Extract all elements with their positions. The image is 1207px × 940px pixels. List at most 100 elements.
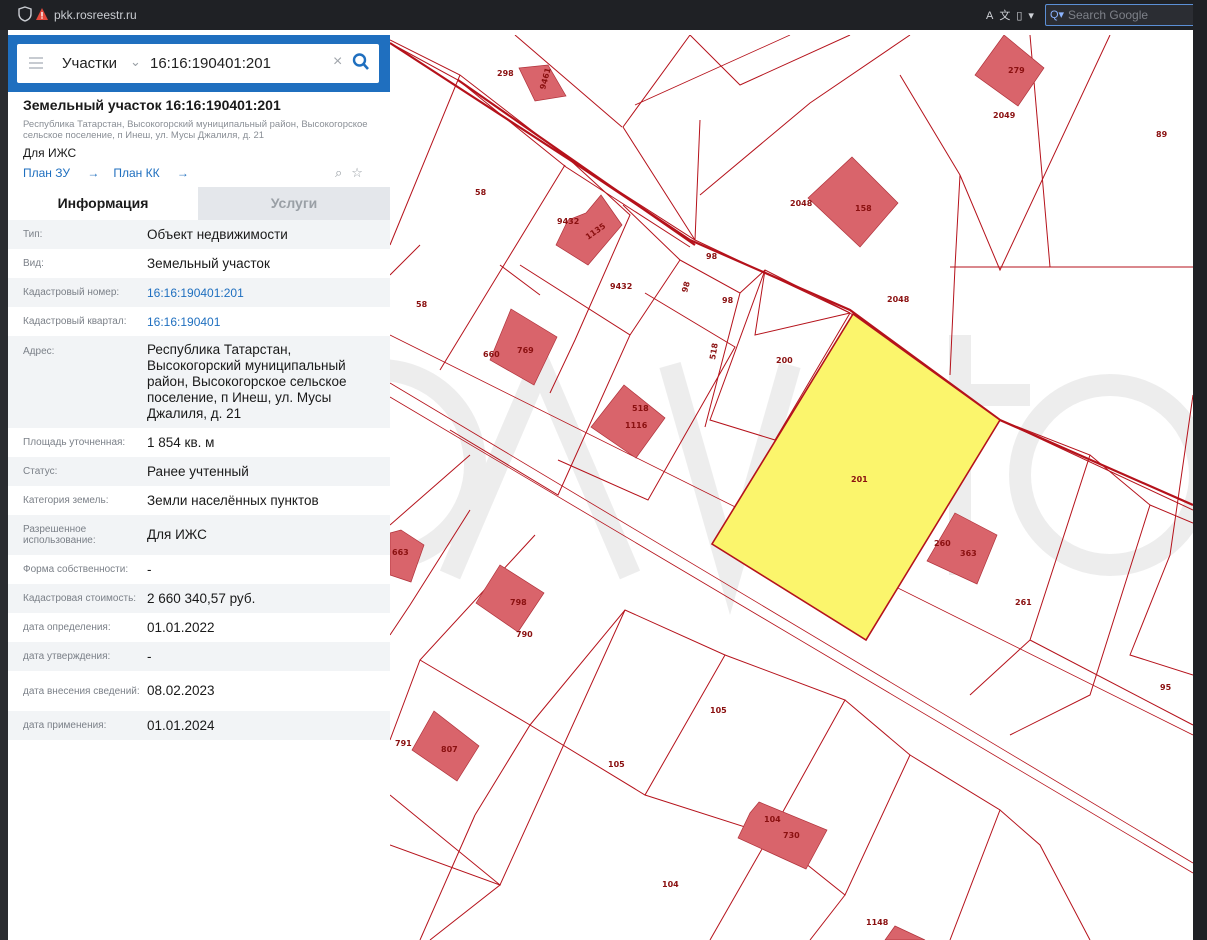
map-label: 790 bbox=[516, 630, 533, 639]
info-key: Тип: bbox=[23, 229, 43, 240]
info-value: Республика Татарстан, Высокогорский муни… bbox=[147, 342, 347, 421]
info-row: дата определения: 01.01.2022 bbox=[8, 613, 390, 642]
info-row: Кадастровый квартал: 16:16:190401 bbox=[8, 307, 390, 336]
info-value: 08.02.2023 bbox=[147, 683, 215, 698]
map-label: 58 bbox=[416, 300, 428, 309]
browser-toolbar: pkk.rosreestr.ru A文▯▾ Q▾ Search Google bbox=[0, 0, 1207, 30]
info-table: Тип: Объект недвижимости Вид: Земельный … bbox=[8, 220, 390, 740]
map-canvas[interactable]: 298 9461 279 2049 89 58 9432 1135 2048 1… bbox=[390, 35, 1193, 940]
map-label: 807 bbox=[441, 745, 458, 754]
info-row: дата утверждения: - bbox=[8, 642, 390, 671]
info-row: Кадастровый номер: 16:16:190401:201 bbox=[8, 278, 390, 307]
search-icon[interactable] bbox=[352, 52, 370, 72]
info-key: Кадастровый квартал: bbox=[23, 316, 127, 327]
map-label: 201 bbox=[851, 475, 868, 484]
map-label: 89 bbox=[1156, 130, 1168, 139]
info-value: 1 854 кв. м bbox=[147, 434, 215, 450]
map-label: 798 bbox=[510, 598, 527, 607]
info-value: Объект недвижимости bbox=[147, 226, 288, 242]
info-key: Статус: bbox=[23, 466, 58, 477]
tab-information[interactable]: Информация bbox=[8, 187, 198, 220]
dropdown-icon[interactable]: ▾ bbox=[1028, 10, 1040, 22]
info-key: Форма собственности: bbox=[23, 564, 129, 575]
info-key: Категория земель: bbox=[23, 495, 109, 506]
plan-zu-link[interactable]: План ЗУ → bbox=[23, 166, 99, 180]
info-row: Кадастровая стоимость: 2 660 340,57 руб. bbox=[8, 584, 390, 613]
cadastral-map[interactable]: 298 9461 279 2049 89 58 9432 1135 2048 1… bbox=[390, 35, 1193, 940]
map-label: 1116 bbox=[625, 421, 648, 430]
building[interactable] bbox=[807, 156, 899, 248]
info-key: дата применения: bbox=[23, 720, 107, 731]
map-label: 104 bbox=[764, 815, 781, 824]
warning-icon[interactable] bbox=[35, 7, 49, 21]
shield-icon[interactable] bbox=[18, 6, 32, 22]
menu-icon[interactable] bbox=[29, 57, 43, 72]
info-key: Вид: bbox=[23, 258, 44, 269]
map-label: 663 bbox=[392, 548, 409, 557]
map-label: 261 bbox=[1015, 598, 1032, 607]
map-label: 98 bbox=[706, 252, 718, 261]
window-edge-left bbox=[0, 30, 8, 940]
info-value: Земельный участок bbox=[147, 255, 270, 271]
star-icon[interactable]: ☆ bbox=[351, 165, 372, 180]
info-key: Разрешенное использование: bbox=[23, 524, 96, 546]
parcel-title: Земельный участок 16:16:190401:201 bbox=[23, 97, 281, 113]
cadastral-number-link[interactable]: 16:16:190401:201 bbox=[147, 278, 390, 307]
map-label: 769 bbox=[517, 346, 534, 355]
google-search-input[interactable]: Q▾ Search Google bbox=[1045, 4, 1195, 26]
search-type-select[interactable]: Участки bbox=[62, 55, 117, 72]
map-label: 105 bbox=[710, 706, 727, 715]
plan-links: План ЗУ → План КК → bbox=[23, 166, 203, 180]
map-label: 95 bbox=[1160, 683, 1172, 692]
search-engine-icon: Q▾ bbox=[1050, 9, 1065, 21]
clear-icon[interactable]: × bbox=[333, 53, 342, 71]
map-label: 9432 bbox=[610, 282, 632, 291]
map-label: 1148 bbox=[866, 918, 889, 927]
plan-kk-link[interactable]: План КК → bbox=[113, 166, 189, 180]
info-key: Адрес: bbox=[23, 346, 55, 357]
info-value: 01.01.2022 bbox=[147, 619, 215, 635]
map-label: 2048 bbox=[790, 199, 813, 208]
info-value: Земли населённых пунктов bbox=[147, 492, 319, 508]
search-box: Участки ⌄ 16:16:190401:201 × bbox=[17, 44, 379, 83]
map-label: 660 bbox=[483, 350, 500, 359]
info-value: - bbox=[147, 648, 152, 664]
info-row: Форма собственности: - bbox=[8, 555, 390, 584]
map-label: 279 bbox=[1008, 66, 1025, 75]
cadastral-quarter-link[interactable]: 16:16:190401 bbox=[147, 307, 390, 336]
info-value: 01.01.2024 bbox=[147, 717, 215, 733]
panel-actions: ⌕☆ bbox=[335, 165, 372, 181]
info-row: Статус: Ранее учтенный bbox=[8, 457, 390, 486]
translate-icon[interactable]: A文 bbox=[986, 10, 1016, 22]
map-label: 200 bbox=[776, 356, 793, 365]
map-label: 518 bbox=[632, 404, 649, 413]
bookmark-icon[interactable]: ▯ bbox=[1016, 10, 1028, 22]
map-label: 730 bbox=[783, 831, 800, 840]
info-row: дата применения: 01.01.2024 bbox=[8, 711, 390, 740]
map-label: 105 bbox=[608, 760, 625, 769]
map-label: 363 bbox=[960, 549, 977, 558]
tab-services[interactable]: Услуги bbox=[198, 187, 390, 220]
zoom-to-icon[interactable]: ⌕ bbox=[335, 165, 351, 180]
parcel-purpose: Для ИЖС bbox=[23, 146, 77, 160]
info-row: Вид: Земельный участок bbox=[8, 249, 390, 278]
search-bar: Участки ⌄ 16:16:190401:201 × ‹ bbox=[8, 35, 403, 92]
info-key: Кадастровая стоимость: bbox=[23, 593, 137, 604]
map-label: 298 bbox=[497, 69, 514, 78]
search-input[interactable]: 16:16:190401:201 bbox=[150, 55, 271, 72]
map-label: 98 bbox=[680, 280, 692, 294]
info-row: Тип: Объект недвижимости bbox=[8, 220, 390, 249]
map-label: 9432 bbox=[557, 217, 579, 226]
address-bar-url[interactable]: pkk.rosreestr.ru bbox=[54, 8, 137, 22]
map-label: 158 bbox=[855, 204, 872, 213]
info-key: Кадастровый номер: bbox=[23, 287, 120, 298]
info-row: Разрешенное использование: Для ИЖС bbox=[8, 515, 390, 555]
toolbar-icons[interactable]: A文▯▾ bbox=[986, 7, 1040, 23]
info-row: Категория земель: Земли населённых пункт… bbox=[8, 486, 390, 515]
map-label: 104 bbox=[662, 880, 679, 889]
plan-kk-label: План КК bbox=[113, 166, 160, 180]
building[interactable] bbox=[884, 925, 926, 940]
info-key: Площадь уточненная: bbox=[23, 437, 126, 448]
chevron-down-icon[interactable]: ⌄ bbox=[130, 54, 141, 70]
info-panel: Участки ⌄ 16:16:190401:201 × ‹ Земельный… bbox=[8, 35, 403, 940]
